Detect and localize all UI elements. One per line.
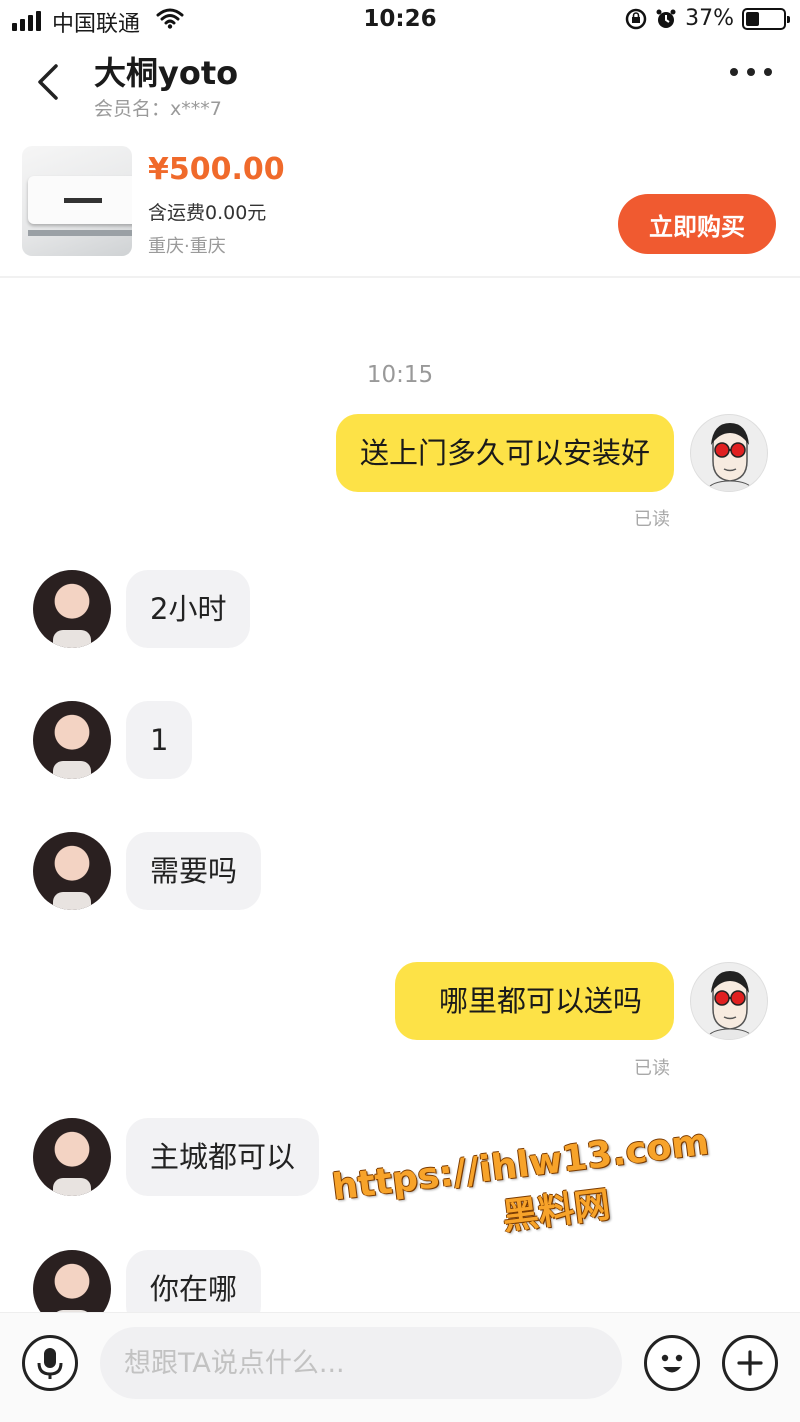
product-card[interactable]: ¥500.00 含运费0.00元 重庆·重庆 立即购买 (0, 138, 800, 278)
read-receipt: 已读 (634, 1058, 670, 1079)
product-price: ¥500.00 (148, 152, 285, 187)
status-bar: 中国联通 10:26 37% (0, 0, 800, 40)
avatar[interactable] (690, 962, 768, 1040)
avatar[interactable] (33, 1118, 111, 1196)
chat-timestamp: 10:15 (366, 362, 434, 388)
message-bubble[interactable]: 1 (126, 701, 193, 779)
emoji-icon[interactable] (644, 1335, 700, 1391)
input-bar (0, 1312, 800, 1422)
contact-name: 大桐yoto (94, 54, 239, 92)
product-location: 重庆·重庆 (148, 236, 226, 257)
message-bubble[interactable]: 哪里都可以送吗 (394, 962, 674, 1040)
avatar[interactable] (33, 570, 111, 648)
avatar[interactable] (33, 832, 111, 910)
message-bubble[interactable]: 需要吗 (126, 832, 262, 910)
battery-icon (742, 7, 790, 30)
more-dots-icon[interactable] (730, 68, 772, 76)
chevron-left-icon[interactable] (30, 60, 70, 104)
avatar[interactable] (690, 414, 768, 492)
battery-percent: 37% (685, 6, 734, 31)
product-shipping: 含运费0.00元 (148, 202, 267, 224)
message-bubble[interactable]: 送上门多久可以安装好 (335, 414, 674, 492)
microphone-icon[interactable] (22, 1335, 78, 1391)
message-bubble[interactable]: 2小时 (126, 570, 251, 648)
avatar[interactable] (33, 701, 111, 779)
message-input[interactable] (100, 1327, 622, 1399)
alarm-icon (656, 9, 676, 28)
read-receipt: 已读 (634, 509, 670, 530)
product-image[interactable] (22, 146, 132, 256)
watermark: https://ihlw13.com 黑料网 (330, 1122, 717, 1260)
member-id: 会员名：x***7 (94, 98, 222, 120)
orientation-lock-icon (625, 8, 647, 29)
buy-now-button[interactable]: 立即购买 (618, 194, 776, 254)
message-bubble[interactable]: 主城都可以 (126, 1118, 320, 1196)
plus-icon[interactable] (722, 1335, 778, 1391)
